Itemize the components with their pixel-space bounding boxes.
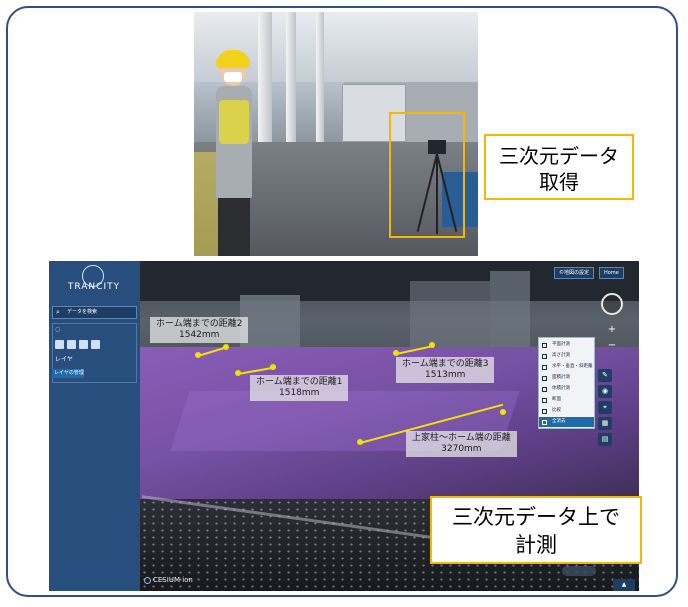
search-icon: ⌕ [56, 308, 60, 316]
print-icon[interactable]: ▤ [598, 433, 612, 446]
map-settings-button[interactable]: ©地図の設定 [554, 267, 595, 279]
measure-point[interactable] [393, 350, 399, 356]
section-icon [542, 398, 547, 403]
measure-point[interactable] [223, 344, 229, 350]
measure-label-text: ホーム端までの距離3 [402, 359, 489, 369]
measure-menu: 平面計測 高さ計測 水平・垂直・斜距離 面積計測 体積計測 断面 比較 全消去 [538, 337, 595, 429]
measure-value: 1518mm [279, 388, 320, 398]
measure-value: 1513mm [425, 370, 466, 380]
menu-item-label: 高さ計測 [552, 353, 570, 358]
callout-measure-line1: 三次元データ上で [452, 505, 620, 529]
layer-row[interactable]: ◌ [55, 326, 60, 334]
zoom-in-button[interactable]: + [605, 323, 619, 337]
area-icon [542, 376, 547, 381]
menu-item-label: 平面計測 [552, 342, 570, 347]
callout-measure-line2: 計測 [515, 533, 557, 557]
cesium-icon [144, 577, 151, 584]
compare-icon [542, 409, 547, 414]
measure-label-text: ホーム端までの距離1 [256, 377, 343, 387]
measure-point[interactable] [429, 342, 435, 348]
grid-icon[interactable]: ▦ [598, 417, 612, 430]
camera-icon[interactable]: ◉ [598, 385, 612, 398]
measure-point[interactable] [235, 370, 241, 376]
scanner-highlight-box [389, 112, 465, 238]
menu-item-height-measure[interactable]: 高さ計測 [539, 351, 594, 361]
worker-legs [218, 196, 250, 256]
measure-label-3: ホーム端までの距離3 1513mm [396, 357, 495, 383]
measure-label-2: ホーム端までの距離2 1542mm [150, 317, 249, 343]
layer-tool-icon[interactable] [79, 340, 88, 349]
site-photo [194, 12, 478, 256]
height-icon [542, 354, 547, 359]
logo-text: TRANCITY [67, 282, 121, 292]
measure-point[interactable] [500, 409, 506, 415]
layer-sublabel: レイヤ [55, 356, 73, 363]
worker-vest [219, 100, 249, 144]
home-button[interactable]: Home [599, 267, 624, 279]
menu-item-label: 水平・垂直・斜距離 [552, 364, 593, 369]
collapse-button[interactable]: ▲ [613, 579, 635, 591]
measure-point[interactable] [357, 439, 363, 445]
callout-acquire: 三次元データ 取得 [484, 134, 634, 200]
data-search-button[interactable]: ⌕ データを検索 [52, 306, 137, 319]
ruler-icon [542, 343, 547, 348]
menu-item-area[interactable]: 面積計測 [539, 373, 594, 383]
measure-value: 3270mm [441, 444, 482, 454]
callout-acquire-line2: 取得 [539, 170, 579, 194]
trancity-logo: TRANCITY [55, 265, 133, 299]
measure-label-4: 上家柱～ホーム端の距離 3270mm [406, 431, 517, 457]
zoom-out-button[interactable]: − [605, 339, 619, 353]
measure-tool-icon[interactable]: ✎ [598, 369, 612, 382]
measure-point[interactable] [195, 352, 201, 358]
volume-icon [542, 387, 547, 392]
layer-tool-icon[interactable] [91, 340, 100, 349]
layer-manage-button[interactable]: レイヤの管理 [52, 369, 84, 378]
sidebar: TRANCITY ⌕ データを検索 ◌ レイヤ レイヤの管理 [49, 261, 140, 591]
partner-logo [562, 566, 596, 576]
distance-icon [542, 365, 547, 370]
measure-value: 1542mm [179, 330, 220, 340]
measure-point[interactable] [270, 364, 276, 370]
menu-item-compare[interactable]: 比較 [539, 406, 594, 416]
menu-item-clear-all[interactable]: 全消去 [539, 417, 594, 427]
callout-measure: 三次元データ上で 計測 [430, 496, 642, 564]
menu-item-label: 全消去 [552, 419, 566, 424]
menu-item-volume[interactable]: 体積計測 [539, 384, 594, 394]
worker-helmet [216, 50, 250, 68]
menu-item-plane-measure[interactable]: 平面計測 [539, 340, 594, 350]
clear-icon [542, 420, 547, 425]
location-icon[interactable]: ⌖ [598, 401, 612, 414]
menu-item-distance[interactable]: 水平・垂直・斜距離 [539, 362, 594, 372]
worker-mask [224, 72, 242, 82]
measure-label-1: ホーム端までの距離1 1518mm [250, 375, 349, 401]
measure-label-text: ホーム端までの距離2 [156, 319, 243, 329]
menu-item-label: 断面 [552, 397, 561, 402]
menu-item-label: 体積計測 [552, 386, 570, 391]
menu-item-label: 比較 [552, 408, 561, 413]
menu-item-section[interactable]: 断面 [539, 395, 594, 405]
data-search-label: データを検索 [67, 309, 98, 315]
menu-item-label: 面積計測 [552, 375, 570, 380]
compass-icon[interactable] [601, 293, 623, 315]
layer-tool-icon[interactable] [55, 340, 64, 349]
layer-tool-icon[interactable] [67, 340, 76, 349]
cesium-label: CESIUM ion [153, 576, 193, 584]
cesium-credit: CESIUM ion [144, 576, 193, 584]
callout-acquire-line1: 三次元データ [499, 144, 619, 168]
measure-label-text: 上家柱～ホーム端の距離 [412, 433, 511, 443]
